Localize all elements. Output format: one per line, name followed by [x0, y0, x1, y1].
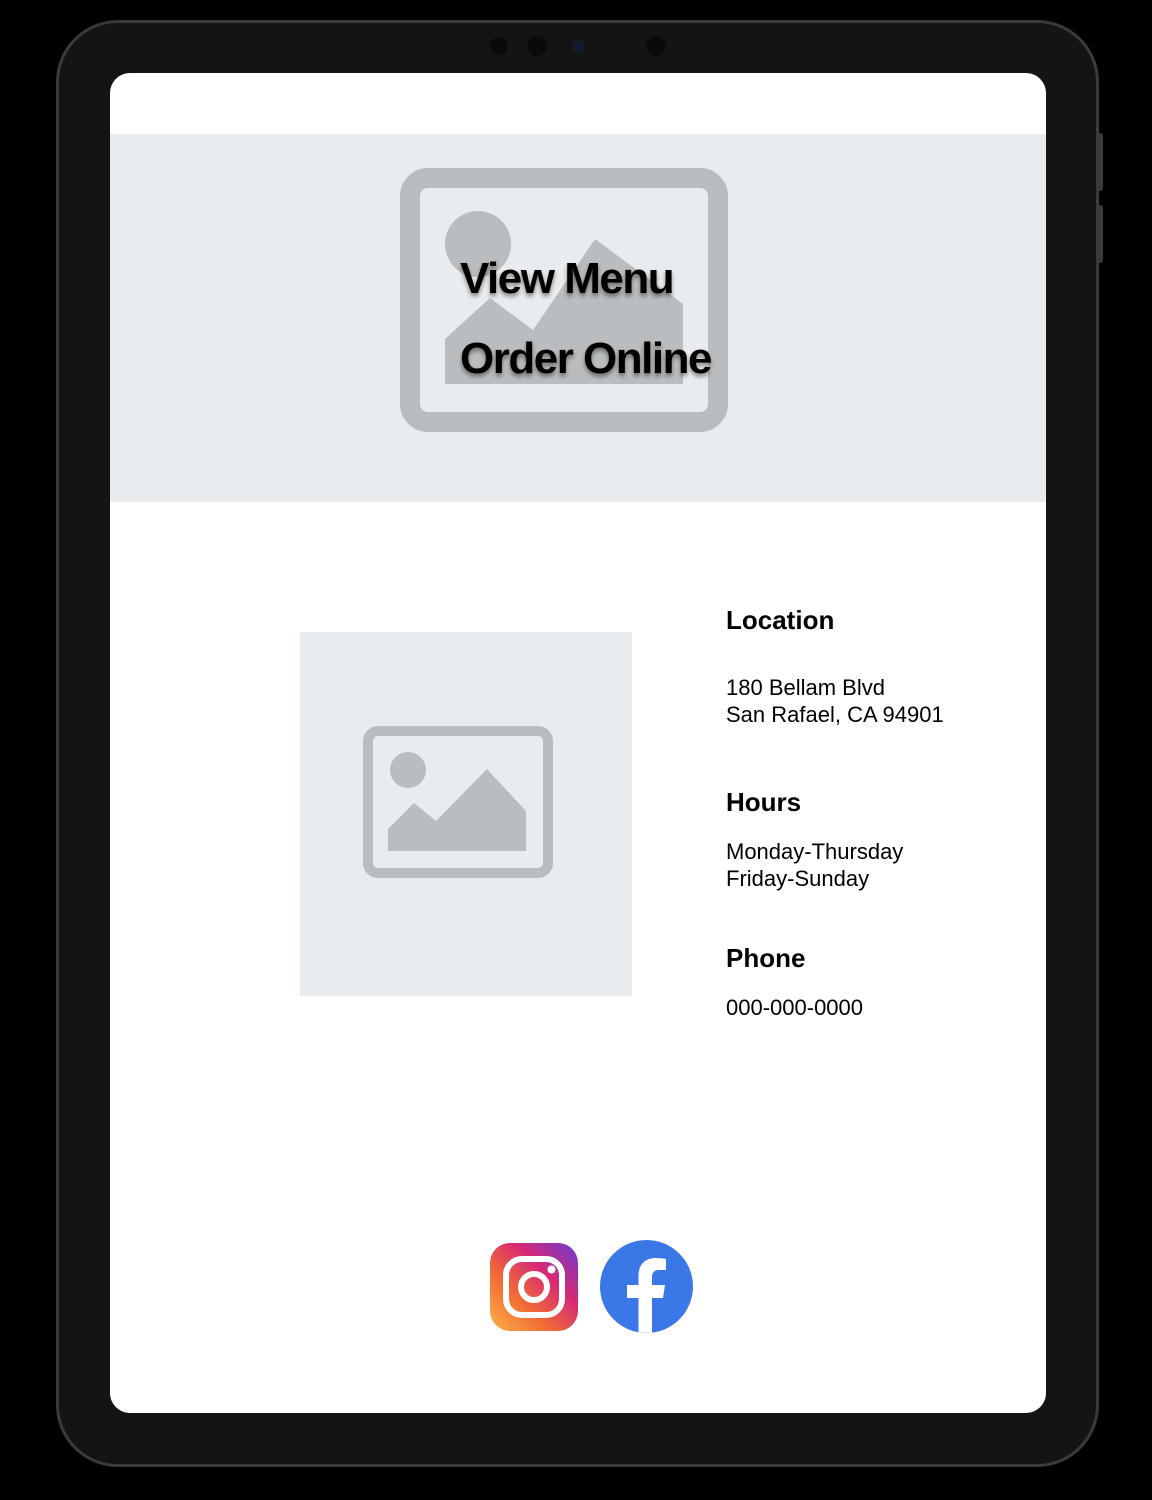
screen: View Menu Order Online Location 180 Bell…	[110, 73, 1046, 1413]
order-online-link[interactable]: Order Online	[460, 334, 712, 384]
tablet-sensor	[645, 35, 667, 57]
tablet-sensor	[526, 35, 548, 57]
image-placeholder-icon	[363, 726, 553, 878]
tablet-side-button-top	[1098, 133, 1103, 191]
phone-details: 000-000-0000	[726, 994, 863, 1021]
instagram-icon[interactable]	[490, 1243, 578, 1331]
restaurant-image-placeholder	[300, 632, 632, 996]
view-menu-link[interactable]: View Menu	[460, 254, 675, 304]
tablet-sensor	[489, 36, 509, 56]
location-heading: Location	[726, 605, 835, 635]
hours-heading: Hours	[726, 787, 802, 817]
hours-details: Monday-Thursday Friday-Sunday	[726, 838, 903, 892]
hours-line2: Friday-Sunday	[726, 866, 870, 891]
location-section: Location	[726, 605, 834, 636]
address-line2: San Rafael, CA 94901	[726, 702, 944, 727]
hours-section: Hours	[726, 787, 801, 818]
front-camera	[572, 41, 584, 53]
hours-line1: Monday-Thursday	[726, 839, 904, 864]
hero-banner: View Menu Order Online	[110, 134, 1046, 502]
location-address: 180 Bellam Blvd San Rafael, CA 94901	[726, 674, 944, 728]
phone-section: Phone	[726, 943, 805, 974]
tablet-side-button-bottom	[1098, 205, 1103, 263]
phone-heading: Phone	[726, 943, 806, 973]
phone-number: 000-000-0000	[726, 995, 864, 1020]
facebook-icon[interactable]	[600, 1240, 693, 1333]
tablet-sensor	[614, 45, 618, 49]
address-line1: 180 Bellam Blvd	[726, 675, 885, 700]
